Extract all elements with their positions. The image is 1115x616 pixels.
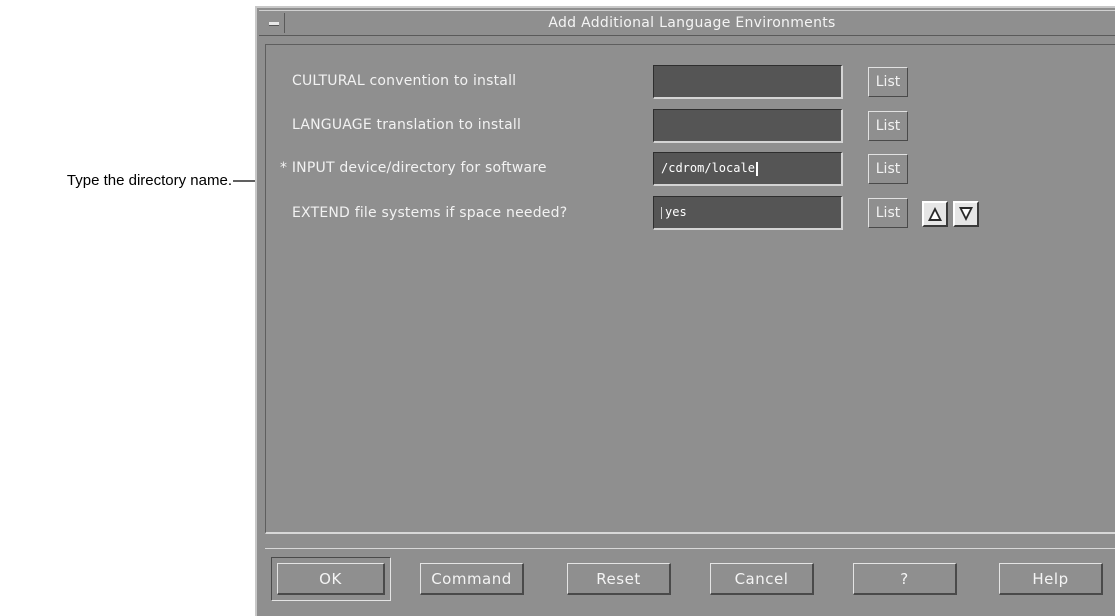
command-button[interactable]: Command [420,563,524,595]
dialog-window: Add Additional Language Environments CUL… [255,6,1115,616]
triangle-up-icon[interactable] [922,201,948,227]
help-button[interactable]: Help [999,563,1103,595]
extend-filesystems-label: EXTEND file systems if space needed? [292,205,568,221]
extend-filesystems-value: yes [665,205,687,219]
input-list-button[interactable]: List [868,154,908,184]
language-translation-field[interactable] [653,109,843,143]
window-title: Add Additional Language Environments [548,15,836,31]
text-cursor-icon [661,206,662,219]
language-translation-label: LANGUAGE translation to install [292,117,522,133]
input-directory-field[interactable]: /cdrom/locale [653,152,843,186]
cultural-list-button[interactable]: List [868,67,908,97]
input-directory-label: * INPUT device/directory for software [280,160,547,176]
language-list-button[interactable]: List [868,111,908,141]
extend-filesystems-field[interactable]: yes [653,196,843,230]
callout-text: Type the directory name. [66,172,232,189]
ok-button[interactable]: OK [277,563,385,595]
title-bar[interactable]: Add Additional Language Environments [259,10,1115,36]
reset-button[interactable]: Reset [567,563,671,595]
cultural-convention-label: CULTURAL convention to install [292,73,517,89]
cancel-button[interactable]: Cancel [710,563,814,595]
cultural-convention-field[interactable] [653,65,843,99]
question-button[interactable]: ? [853,563,957,595]
form-panel: CULTURAL convention to install List LANG… [265,44,1115,534]
text-cursor-icon [755,161,758,176]
extend-list-button[interactable]: List [868,198,908,228]
triangle-down-icon[interactable] [953,201,979,227]
button-bar: OK Command Reset Cancel ? Help [265,548,1115,610]
input-directory-value: /cdrom/locale [661,161,755,175]
